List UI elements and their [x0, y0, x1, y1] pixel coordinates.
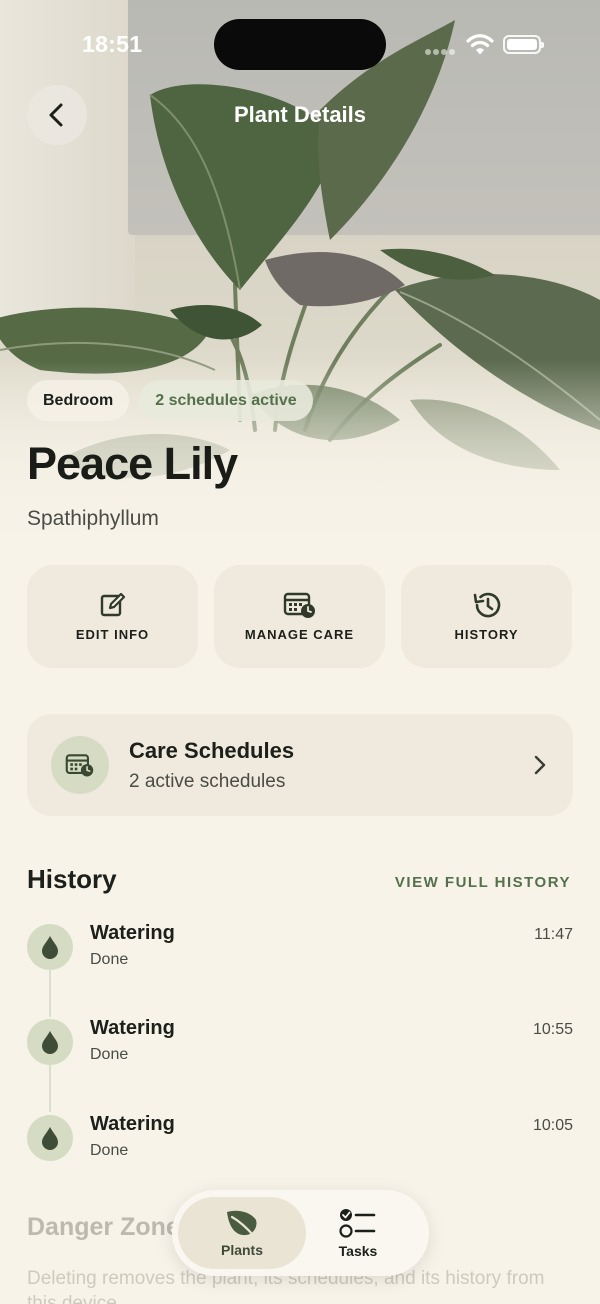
plant-scientific-name: Spathiphyllum: [27, 507, 159, 530]
edit-info-label: EDIT INFO: [75, 627, 150, 642]
history-event: Watering: [90, 1113, 175, 1135]
action-row: EDIT INFO MANAGE CARE HISTORY: [27, 565, 573, 668]
care-schedules-icon-circle: [51, 736, 109, 794]
dynamic-island: [214, 19, 386, 70]
history-button[interactable]: HISTORY: [401, 565, 572, 668]
tab-bar: Plants Tasks: [172, 1190, 429, 1276]
status-bar: 18:51: [0, 0, 600, 90]
status-time: 18:51: [82, 31, 143, 57]
history-status: Done: [90, 1046, 129, 1063]
page-title: Plant Details: [233, 102, 367, 127]
calendar-clock-icon: [65, 754, 94, 777]
history-item-icon-circle: [27, 1115, 73, 1161]
wifi-icon: [466, 34, 494, 55]
plant-chips: Bedroom 2 schedules active: [27, 380, 313, 421]
leaf-icon: [227, 1210, 257, 1238]
care-schedules-card[interactable]: Care Schedules 2 active schedules: [27, 714, 573, 816]
checklist-icon: [339, 1209, 376, 1238]
history-event: Watering: [90, 1017, 175, 1039]
view-full-history-link[interactable]: VIEW FULL HISTORY: [395, 874, 571, 891]
signal-icon: [425, 42, 459, 55]
history-icon: [473, 592, 500, 618]
history-status: Done: [90, 951, 129, 968]
battery-icon: [503, 35, 544, 54]
history-status: Done: [90, 1142, 129, 1159]
schedules-chip: 2 schedules active: [139, 380, 313, 421]
history-item-icon-circle: [27, 1019, 73, 1065]
history-event: Watering: [90, 922, 175, 944]
tab-plants[interactable]: Plants: [178, 1197, 306, 1269]
history-item-icon-circle: [27, 924, 73, 970]
water-drop-icon: [42, 936, 58, 959]
danger-zone-title: Danger Zone: [27, 1213, 180, 1241]
calendar-clock-icon: [283, 592, 315, 618]
plant-name: Peace Lily: [27, 438, 238, 489]
history-section-title: History: [27, 864, 117, 894]
history-label: HISTORY: [454, 627, 519, 642]
manage-care-button[interactable]: MANAGE CARE: [214, 565, 385, 668]
history-time: 11:47: [534, 926, 573, 943]
history-time: 10:55: [532, 1021, 573, 1038]
care-schedules-title: Care Schedules: [129, 738, 295, 763]
water-drop-icon: [42, 1031, 58, 1054]
water-drop-icon: [42, 1127, 58, 1150]
chevron-right-icon: [534, 755, 546, 775]
location-chip: Bedroom: [27, 380, 130, 421]
tab-tasks[interactable]: Tasks: [294, 1197, 422, 1269]
manage-care-label: MANAGE CARE: [244, 627, 355, 642]
history-item: Watering Done 11:47: [27, 922, 573, 984]
tab-tasks-label: Tasks: [338, 1243, 378, 1259]
tab-plants-label: Plants: [220, 1242, 263, 1258]
edit-icon: [100, 592, 125, 617]
history-time: 10:05: [532, 1117, 573, 1134]
edit-info-button[interactable]: EDIT INFO: [27, 565, 198, 668]
history-item: Watering Done 10:05: [27, 1113, 573, 1175]
care-schedules-subtitle: 2 active schedules: [129, 771, 286, 792]
history-item: Watering Done 10:55: [27, 1017, 573, 1079]
